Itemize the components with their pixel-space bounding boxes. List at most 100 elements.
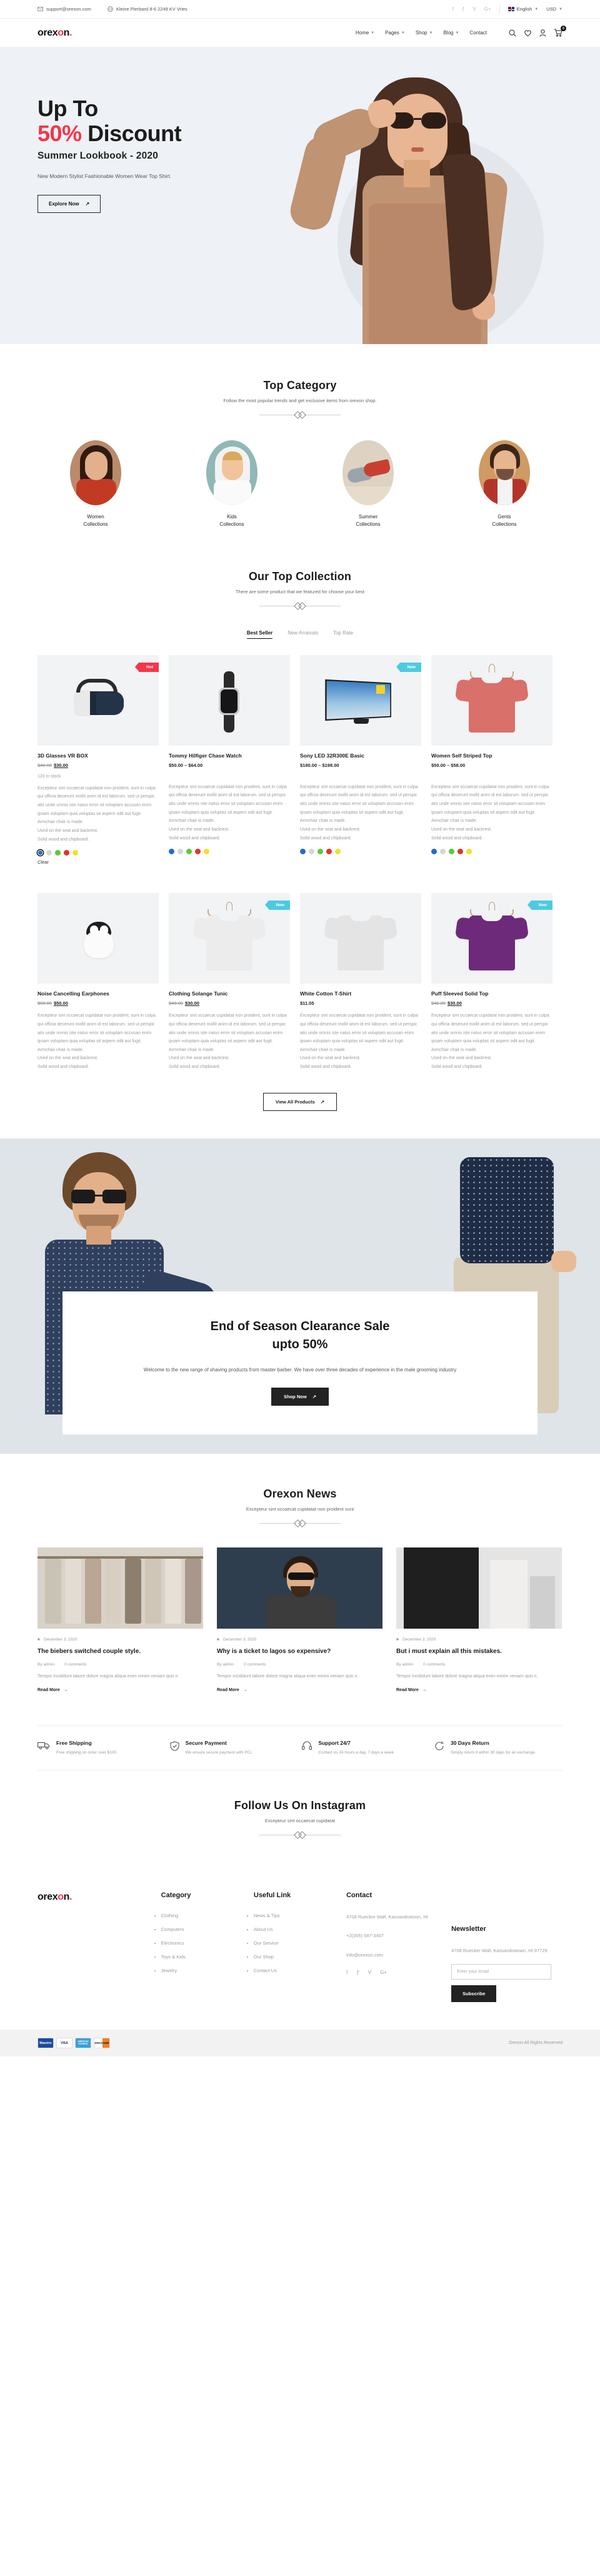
news-image-man-sunglasses[interactable]: [217, 1547, 382, 1629]
product-name[interactable]: White Cotton T-Shirt: [300, 990, 421, 997]
read-more-link[interactable]: Read More →: [217, 1688, 248, 1692]
newsletter-email-input[interactable]: Enter your email: [451, 1964, 552, 1980]
footer-phone[interactable]: +2(305) 587-3407: [346, 1932, 451, 1940]
product-name[interactable]: Women Self Striped Top: [431, 753, 552, 759]
product-card[interactable]: Hot 3D Glasses VR BOX $40.00 $30.00 120 i…: [38, 654, 159, 867]
swatch-grey[interactable]: [309, 849, 314, 855]
product-name[interactable]: Tommy Hilfiger Chase Watch: [169, 753, 290, 759]
footer-link[interactable]: Jewelry: [161, 1968, 254, 1973]
swatch-yellow[interactable]: [335, 849, 341, 855]
social-vimeo-icon[interactable]: V: [472, 6, 476, 12]
product-name[interactable]: Noise Cancelling Earphones: [38, 990, 159, 997]
news-card[interactable]: ■ December 3, 2020 Why is a ticket to la…: [217, 1547, 382, 1694]
swatch-red[interactable]: [64, 850, 69, 856]
nav-item-shop[interactable]: Shop ▼: [416, 30, 433, 36]
swatch-grey[interactable]: [440, 849, 446, 855]
footer-link[interactable]: About Us: [254, 1927, 346, 1932]
tab-new-arrivals[interactable]: New Arraivals: [288, 630, 318, 639]
currency-selector[interactable]: USD ▼: [546, 6, 562, 12]
social-facebook-icon[interactable]: f: [452, 6, 454, 12]
footer-link[interactable]: Our Shop: [254, 1954, 346, 1960]
product-card[interactable]: White Cotton T-Shirt $11.05 Excepteur si…: [300, 893, 421, 1071]
topbar-address[interactable]: Kleine Pierbard 8-6 2249 KV Vries: [107, 6, 188, 12]
product-card[interactable]: New Clothing Solange Tunic $40.00 $30.00 …: [169, 893, 290, 1071]
shop-now-button[interactable]: Shop Now ↗: [271, 1387, 329, 1406]
wishlist-heart-icon[interactable]: [524, 29, 532, 37]
product-name[interactable]: Sony LED 32R300E Basic: [300, 753, 421, 759]
product-card[interactable]: New Sony LED 32R300E Basic $180.00 – $19…: [300, 654, 421, 867]
product-image-watch[interactable]: [169, 654, 290, 746]
nav-item-blog[interactable]: Blog ▼: [443, 30, 459, 36]
user-account-icon[interactable]: [539, 29, 546, 37]
subscribe-button[interactable]: Subscribe: [451, 1985, 497, 2003]
footer-link[interactable]: News & Tips: [254, 1913, 346, 1918]
swatch-green[interactable]: [55, 850, 61, 856]
clear-selection-link[interactable]: Clear: [38, 859, 49, 865]
language-selector[interactable]: English ▼: [508, 6, 538, 12]
footer-link[interactable]: Clothing: [161, 1913, 254, 1918]
social-twitter-icon[interactable]: ƒ: [356, 1970, 359, 1975]
nav-item-pages[interactable]: Pages ▼: [385, 30, 405, 36]
view-all-products-button[interactable]: View All Products ↗: [262, 1092, 338, 1111]
tab-best-seller[interactable]: Best Seller: [246, 630, 273, 639]
product-image-solange-tunic[interactable]: New: [169, 893, 290, 984]
news-title[interactable]: The biebers switched couple style.: [38, 1647, 203, 1656]
footer-logo[interactable]: orexon.: [38, 1892, 161, 1903]
swatch-grey[interactable]: [178, 849, 183, 855]
footer-link[interactable]: Computers: [161, 1927, 254, 1932]
social-googleplus-icon[interactable]: G+: [484, 6, 491, 12]
swatch-green[interactable]: [449, 849, 454, 855]
tab-top-rate[interactable]: Top Rate: [333, 630, 353, 639]
swatch-green[interactable]: [186, 849, 192, 855]
explore-now-button[interactable]: Explore Now ↗: [38, 194, 101, 213]
swatch-red[interactable]: [326, 849, 332, 855]
news-card[interactable]: ■ December 3, 2020 But i must explain al…: [396, 1547, 562, 1694]
news-title[interactable]: But i must explain all this mistakes.: [396, 1647, 562, 1656]
nav-item-home[interactable]: Home ▼: [356, 30, 374, 36]
swatch-blue[interactable]: [300, 849, 306, 855]
category-item-gents[interactable]: Gents Collections: [446, 440, 562, 529]
swatch-red[interactable]: [195, 849, 201, 855]
footer-email[interactable]: info@orexon.com: [346, 1951, 451, 1960]
news-card[interactable]: ■ December 3, 2020 The biebers switched …: [38, 1547, 203, 1694]
swatch-red[interactable]: [458, 849, 463, 855]
swatch-blue[interactable]: [38, 850, 43, 856]
product-name[interactable]: 3D Glasses VR BOX: [38, 753, 159, 759]
product-card[interactable]: Women Self Striped Top $50.00 – $58.00 E…: [431, 654, 552, 867]
product-card[interactable]: Tommy Hilfiger Chase Watch $50.00 – $64.…: [169, 654, 290, 867]
social-googleplus-icon[interactable]: G+: [380, 1970, 387, 1975]
swatch-yellow[interactable]: [204, 849, 209, 855]
swatch-green[interactable]: [318, 849, 323, 855]
product-name[interactable]: Puff Sleeved Solid Top: [431, 990, 552, 997]
news-image-interior[interactable]: [396, 1547, 562, 1629]
swatch-blue[interactable]: [431, 849, 437, 855]
cart-icon[interactable]: 0: [554, 26, 566, 37]
product-image-puff-top[interactable]: New: [431, 893, 552, 984]
news-image-clothing-rack[interactable]: [38, 1547, 203, 1629]
product-image-vr-box[interactable]: Hot: [38, 654, 159, 746]
product-card[interactable]: New Puff Sleeved Solid Top $40.00 $30.00 …: [431, 893, 552, 1071]
swatch-yellow[interactable]: [72, 850, 78, 856]
swatch-grey[interactable]: [46, 850, 52, 856]
footer-link[interactable]: Electronics: [161, 1940, 254, 1946]
product-image-earphones[interactable]: [38, 893, 159, 984]
social-vimeo-icon[interactable]: V: [368, 1970, 371, 1975]
site-logo[interactable]: orexon.: [38, 27, 72, 39]
topbar-email[interactable]: support@orexon.com: [38, 6, 91, 12]
product-image-white-tshirt[interactable]: [300, 893, 421, 984]
footer-link[interactable]: Our Service: [254, 1940, 346, 1946]
category-item-women[interactable]: Women Collections: [38, 440, 154, 529]
product-name[interactable]: Clothing Solange Tunic: [169, 990, 290, 997]
social-facebook-icon[interactable]: f: [346, 1970, 348, 1975]
product-image-sony-led[interactable]: New: [300, 654, 421, 746]
product-card[interactable]: Noise Cancelling Earphones $60.00 $50.00 …: [38, 893, 159, 1071]
nav-item-contact[interactable]: Contact: [469, 30, 487, 36]
product-image-striped-top[interactable]: [431, 654, 552, 746]
news-title[interactable]: Why is a ticket to lagos so expensive?: [217, 1647, 382, 1656]
category-item-kids[interactable]: Kids Collections: [174, 440, 290, 529]
swatch-yellow[interactable]: [466, 849, 472, 855]
swatch-blue[interactable]: [169, 849, 174, 855]
read-more-link[interactable]: Read More →: [38, 1688, 68, 1692]
read-more-link[interactable]: Read More →: [396, 1688, 427, 1692]
social-twitter-icon[interactable]: ƒ: [462, 6, 464, 12]
